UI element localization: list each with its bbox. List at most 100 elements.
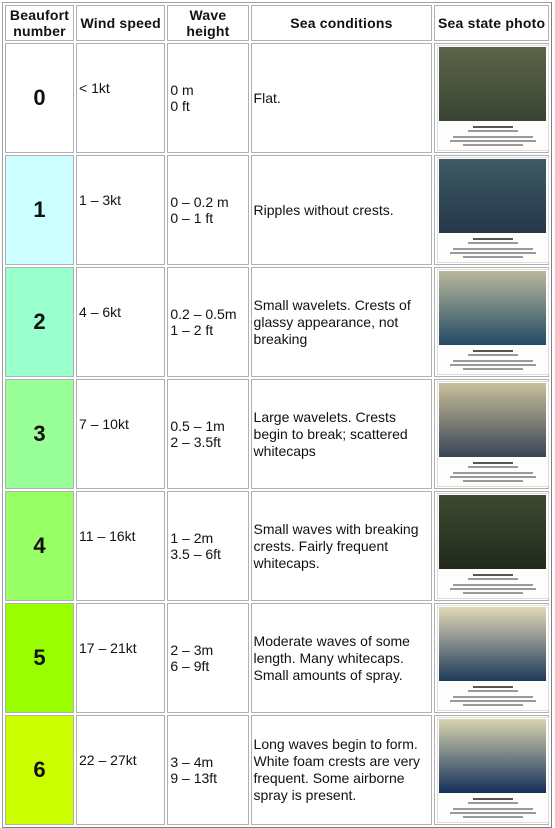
wave-height-feet: 2 – 3.5ft [170, 434, 221, 450]
beaufort-number-cell: 5 [5, 603, 75, 713]
beaufort-number-cell: 3 [5, 379, 75, 489]
photo-caption-text [450, 140, 537, 142]
header-sea-conditions: Sea conditions [250, 5, 433, 41]
header-beaufort-number: Beaufort number [5, 5, 75, 41]
photo-caption-text [450, 252, 537, 254]
photo-caption-text [463, 592, 524, 594]
photo-caption-title [473, 686, 514, 688]
sea-conditions-cell: Ripples without crests. [250, 155, 433, 265]
sea-conditions-cell: Small wavelets. Crests of glassy appeara… [250, 267, 433, 377]
wind-speed-cell: 22 – 27kt [76, 715, 166, 825]
table-row-force-4: 4 11 – 16kt 1 – 2m 3.5 – 6ft Small waves… [5, 491, 550, 601]
wind-speed-cell: 17 – 21kt [76, 603, 166, 713]
wind-speed-cell: 1 – 3kt [76, 155, 166, 265]
sea-state-photo-cell [434, 267, 550, 377]
wave-height-meters: 3 – 4m [170, 754, 214, 770]
beaufort-number-cell: 0 [5, 43, 75, 153]
wave-height-feet: 6 – 9ft [170, 658, 210, 674]
photo-caption-subtitle [468, 802, 519, 804]
photo-caption-text [463, 480, 524, 482]
wind-speed-value: 11 – 16kt [79, 528, 136, 544]
photo-caption-text [450, 364, 537, 366]
photo-caption-title [473, 798, 514, 800]
photo-caption-text [450, 588, 537, 590]
photo-caption-text [453, 808, 534, 810]
sea-photo-force-1-icon [439, 159, 547, 233]
sea-state-photo [437, 493, 550, 599]
header-sea-state-photo: Sea state photo [434, 5, 549, 41]
photo-caption-text [453, 472, 534, 474]
photo-caption-subtitle [468, 130, 519, 132]
photo-caption-title [473, 238, 514, 240]
wave-height-cell: 0.2 – 0.5m 1 – 2 ft [167, 267, 249, 377]
table-row-force-0: 0 < 1kt 0 m 0 ft Flat. [5, 43, 550, 153]
photo-caption-subtitle [468, 578, 519, 580]
sea-state-photo-cell [434, 715, 550, 825]
sea-photo-force-0-icon [439, 47, 547, 121]
wind-speed-value: 1 – 3kt [79, 192, 122, 208]
sea-photo-force-6-icon [439, 719, 547, 793]
sea-conditions-cell: Large wavelets. Crests begin to break; s… [250, 379, 433, 489]
photo-caption-text [450, 700, 537, 702]
sea-conditions-cell: Flat. [250, 43, 433, 153]
wave-height-feet: 0 – 1 ft [170, 210, 214, 226]
sea-photo-force-2-icon [439, 271, 547, 345]
wave-height-feet: 0 ft [170, 98, 190, 114]
wave-height-cell: 0 m 0 ft [167, 43, 249, 153]
beaufort-number-cell: 1 [5, 155, 75, 265]
wind-speed-value: 7 – 10kt [79, 416, 129, 432]
table-row-force-5: 5 17 – 21kt 2 – 3m 6 – 9ft Moderate wave… [5, 603, 550, 713]
wave-height-meters: 0.2 – 0.5m [170, 306, 237, 322]
beaufort-number-cell: 2 [5, 267, 75, 377]
table-row-force-3: 3 7 – 10kt 0.5 – 1m 2 – 3.5ft Large wave… [5, 379, 550, 489]
sea-photo-force-3-icon [439, 383, 547, 457]
photo-caption-title [473, 126, 514, 128]
wind-speed-value: 4 – 6kt [79, 304, 122, 320]
beaufort-scale-table: Beaufort number Wind speed Wave height S… [2, 2, 552, 828]
sea-state-photo [437, 717, 550, 823]
wave-height-feet: 1 – 2 ft [170, 322, 214, 338]
sea-state-photo-cell [434, 43, 550, 153]
sea-photo-force-4-icon [439, 495, 547, 569]
header-wind-speed: Wind speed [76, 5, 166, 41]
beaufort-number-cell: 6 [5, 715, 75, 825]
photo-caption-title [473, 462, 514, 464]
sea-photo-force-5-icon [439, 607, 547, 681]
photo-caption-text [453, 360, 534, 362]
header-row: Beaufort number Wind speed Wave height S… [5, 5, 549, 41]
sea-state-photo [437, 157, 550, 263]
sea-state-photo [437, 45, 550, 151]
header-wave-height: Wave height [167, 5, 249, 41]
photo-caption-text [463, 144, 524, 146]
photo-caption-subtitle [468, 466, 519, 468]
photo-caption-text [450, 476, 537, 478]
wave-height-meters: 0.5 – 1m [170, 418, 225, 434]
photo-caption-title [473, 574, 514, 576]
wave-height-meters: 0 – 0.2 m [170, 194, 229, 210]
wave-height-cell: 1 – 2m 3.5 – 6ft [167, 491, 249, 601]
beaufort-number-cell: 4 [5, 491, 75, 601]
wave-height-cell: 3 – 4m 9 – 13ft [167, 715, 249, 825]
wind-speed-cell: 7 – 10kt [76, 379, 166, 489]
table-row-force-1: 1 1 – 3kt 0 – 0.2 m 0 – 1 ft Ripples wit… [5, 155, 550, 265]
sea-state-photo-cell [434, 379, 550, 489]
photo-caption-title [473, 350, 514, 352]
sea-conditions-cell: Moderate waves of some length. Many whit… [250, 603, 433, 713]
wave-height-cell: 0 – 0.2 m 0 – 1 ft [167, 155, 249, 265]
photo-caption-text [463, 816, 524, 818]
sea-state-photo-cell [434, 603, 550, 713]
wind-speed-cell: < 1kt [76, 43, 166, 153]
wind-speed-cell: 4 – 6kt [76, 267, 166, 377]
sea-state-photo [437, 269, 550, 375]
wave-height-feet: 9 – 13ft [170, 770, 218, 786]
sea-state-photo-cell [434, 491, 550, 601]
photo-caption-text [453, 248, 534, 250]
photo-caption-text [463, 368, 524, 370]
wave-height-cell: 2 – 3m 6 – 9ft [167, 603, 249, 713]
table-row-force-6: 6 22 – 27kt 3 – 4m 9 – 13ft Long waves b… [5, 715, 550, 825]
photo-caption-text [453, 136, 534, 138]
wave-height-meters: 0 m [170, 82, 194, 98]
photo-caption-subtitle [468, 354, 519, 356]
photo-caption-subtitle [468, 690, 519, 692]
wind-speed-value: 22 – 27kt [79, 752, 137, 768]
